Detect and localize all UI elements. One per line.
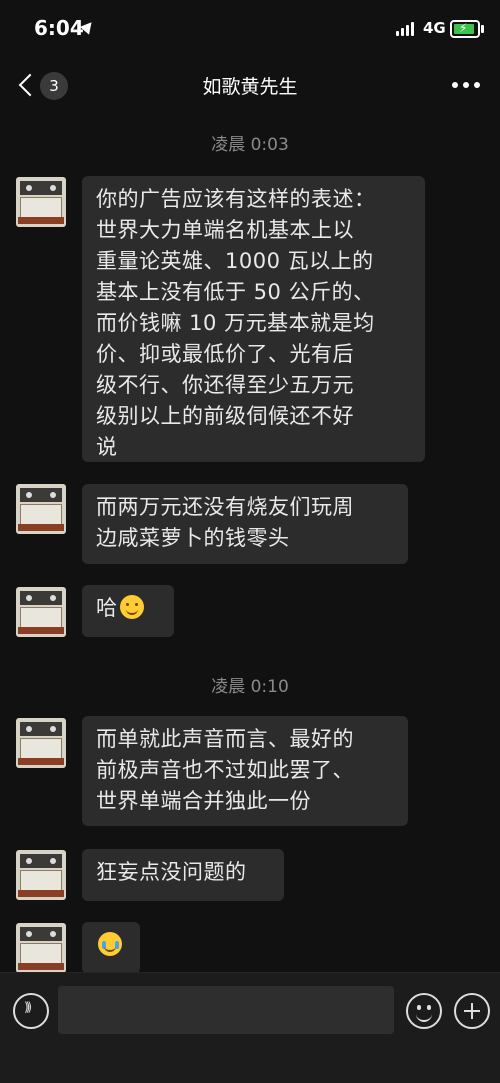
message-line: 而价钱嘛 10 万元基本就是均: [96, 311, 375, 335]
message-input[interactable]: [58, 986, 394, 1034]
input-toolbar: [0, 972, 500, 1083]
avatar[interactable]: [16, 587, 66, 637]
message-line: 级别以上的前级伺候还不好: [96, 404, 354, 428]
message-line: 世界单端合并独此一份: [96, 789, 311, 813]
message-line: 说: [96, 435, 118, 459]
chat-header: 3 如歌黄先生: [0, 58, 500, 114]
status-time: 6:04: [34, 16, 84, 40]
message-line: 而单就此声音而言、最好的: [96, 727, 354, 751]
timestamp: 凌晨 0:10: [211, 677, 289, 697]
message-line: 基本上没有低于 50 公斤的、: [96, 280, 375, 304]
message-bubble[interactable]: 而单就此声音而言、最好的 前极声音也不过如此罢了、 世界单端合并独此一份: [82, 716, 408, 826]
cry-laugh-emoji-icon: [98, 932, 122, 956]
message-line: 边咸菜萝卜的钱零头: [96, 526, 290, 550]
plus-icon[interactable]: [454, 993, 490, 1029]
timestamp: 凌晨 0:03: [211, 135, 289, 155]
avatar[interactable]: [16, 718, 66, 768]
more-options-button[interactable]: [452, 82, 482, 90]
message-line: 而两万元还没有烧友们玩周: [96, 495, 354, 519]
message-text: 哈: [96, 596, 118, 620]
message-line: 重量论英雄、1000 瓦以上的: [96, 249, 374, 273]
signal-icon: [396, 22, 416, 36]
message-line: 价、抑或最低价了、光有后: [96, 342, 354, 366]
message-bubble[interactable]: 狂妄点没问题的: [82, 849, 284, 901]
message-line: 狂妄点没问题的: [96, 860, 247, 884]
smile-emoji-icon: [119, 595, 144, 619]
message-line: 级不行、你还得至少五万元: [96, 373, 354, 397]
message-line: 你的广告应该有这样的表述：: [96, 187, 376, 211]
chat-title: 如歌黄先生: [202, 76, 298, 98]
message-bubble[interactable]: [82, 922, 140, 974]
status-bar: 6:04 4G ⚡: [0, 0, 500, 58]
message-bubble[interactable]: 你的广告应该有这样的表述： 世界大力单端名机基本上以 重量论英雄、1000 瓦以…: [82, 176, 425, 462]
avatar[interactable]: [16, 177, 66, 227]
network-type: 4G: [423, 19, 446, 37]
message-line: 前极声音也不过如此罢了、: [96, 758, 354, 782]
battery-icon: ⚡: [450, 20, 484, 38]
avatar[interactable]: [16, 850, 66, 900]
message-bubble[interactable]: 而两万元还没有烧友们玩周 边咸菜萝卜的钱零头: [82, 484, 408, 564]
avatar[interactable]: [16, 923, 66, 973]
message-bubble[interactable]: 哈: [82, 585, 174, 637]
avatar[interactable]: [16, 484, 66, 534]
emoji-picker-icon[interactable]: [406, 993, 442, 1029]
voice-input-icon[interactable]: [13, 993, 49, 1029]
message-line: 世界大力单端名机基本上以: [96, 218, 354, 242]
